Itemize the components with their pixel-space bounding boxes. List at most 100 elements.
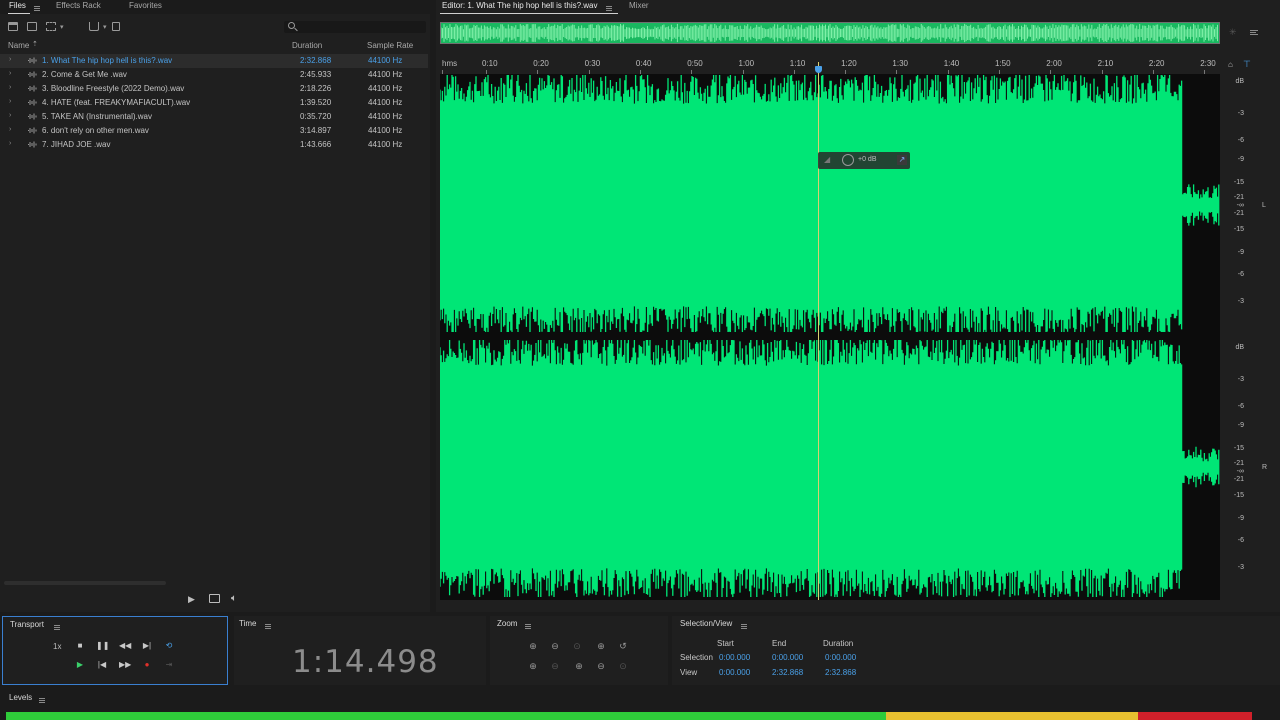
selection-view-menu-icon[interactable] — [741, 622, 747, 631]
zoom-in-amplitude-icon[interactable]: ⊕ — [526, 640, 540, 652]
record-icon[interactable]: ● — [141, 659, 153, 671]
zoom-out-time-icon[interactable]: ⊖ — [594, 660, 608, 672]
rewind-icon[interactable]: ◀◀ — [119, 640, 131, 652]
db-label-top: dB — [1235, 78, 1244, 85]
file-name: 3. Bloodline Freestyle (2022 Demo).wav — [42, 84, 185, 93]
db-label-bottom: -6 — [1237, 403, 1244, 410]
transport-panel: Transport 1x ■ ❚❚ ◀◀ ▶| ⟲ ▶ |◀ ▶▶ ● ⇥ — [2, 616, 228, 685]
pause-icon[interactable]: ❚❚ — [96, 640, 109, 652]
loop-icon[interactable]: ⟲ — [163, 640, 175, 652]
overview-waveform-path — [440, 23, 1219, 43]
hud-gain-value[interactable]: +0 dB — [858, 156, 877, 163]
time-display[interactable]: 1:14.498 — [292, 644, 439, 680]
channel-left-label[interactable]: L — [1262, 202, 1266, 209]
preview-loop-icon[interactable] — [209, 594, 220, 603]
db-label-bottom: -∞ — [1236, 468, 1244, 475]
ruler-label: 2:10 — [1097, 59, 1114, 68]
new-file-icon[interactable] — [46, 22, 56, 31]
import-icon[interactable] — [27, 22, 37, 31]
zoom-to-selection-icon[interactable]: ⊙ — [570, 640, 584, 652]
view-end[interactable]: 2:32.868 — [772, 668, 803, 677]
skip-to-start-icon[interactable]: |◀ — [96, 659, 108, 671]
gain-hud[interactable]: ◢ +0 dB ↗ — [818, 152, 910, 169]
file-row[interactable]: › 3. Bloodline Freestyle (2022 Demo).wav 2… — [0, 82, 428, 96]
transport-menu-icon[interactable] — [54, 623, 60, 632]
preview-volume-icon[interactable]: 🔈︎ — [231, 593, 237, 604]
pin-icon[interactable]: ⊤ — [1243, 59, 1251, 70]
stop-icon[interactable]: ■ — [74, 640, 86, 652]
file-row[interactable]: › 1. What The hip hop hell is this?.wav 2:… — [0, 54, 428, 68]
playhead[interactable] — [818, 62, 819, 600]
tab-editor[interactable]: Editor: 1. What The hip hop hell is this… — [442, 1, 598, 10]
tab-files[interactable]: Files — [9, 1, 26, 10]
file-row[interactable]: › 5. TAKE AN (Instrumental).wav 0:35.720 44… — [0, 110, 428, 124]
column-sample-rate[interactable]: Sample Rate — [367, 41, 413, 50]
fast-forward-icon[interactable]: ▶▶ — [119, 659, 131, 671]
time-ruler[interactable]: hms 0:10 0:20 0:30 0:40 0:50 1:00 1:10 1:20 1:30 1… — [440, 58, 1220, 74]
column-duration[interactable]: Duration — [292, 41, 322, 50]
zoom-in-time-icon[interactable]: ⊕ — [594, 640, 608, 652]
tab-favorites[interactable]: Favorites — [129, 1, 162, 10]
expand-caret-icon[interactable]: › — [9, 56, 11, 63]
audio-file-icon — [28, 141, 37, 148]
view-start[interactable]: 0:00.000 — [719, 668, 750, 677]
expand-caret-icon[interactable]: › — [9, 70, 11, 77]
zoom-to-full-icon[interactable]: ⊙ — [616, 660, 630, 672]
selection-end[interactable]: 0:00.000 — [772, 653, 803, 662]
db-label-top: -3 — [1237, 298, 1244, 305]
selection-view-title: Selection/View — [680, 619, 733, 628]
insert-dropdown-icon[interactable]: ▾ — [103, 23, 107, 31]
editor-panel-menu-icon[interactable] — [1250, 28, 1258, 37]
channel-right-label[interactable]: R — [1262, 464, 1267, 471]
audio-file-icon — [28, 113, 37, 120]
expand-caret-icon[interactable]: › — [9, 126, 11, 133]
playhead-handle[interactable] — [815, 66, 822, 73]
editor-menu-icon[interactable] — [606, 4, 612, 13]
zoom-menu-icon[interactable] — [525, 622, 531, 631]
preview-play-icon[interactable]: ▶ — [188, 594, 195, 605]
files-column-header: Name ⇡ Duration Sample Rate — [0, 40, 430, 52]
selection-duration[interactable]: 0:00.000 — [825, 653, 856, 662]
zoom-out-full-icon[interactable]: ✳ — [1229, 27, 1237, 38]
levels-menu-icon[interactable] — [39, 696, 45, 705]
play-icon[interactable]: ▶ — [74, 659, 86, 671]
file-row[interactable]: › 2. Come & Get Me .wav 2:45.933 44100 Hz — [0, 68, 428, 82]
zoom-reset-icon[interactable]: ↺ — [616, 640, 630, 652]
file-row[interactable]: › 7. JIHAD JOE .wav 1:43.666 44100 Hz — [0, 138, 428, 152]
file-row[interactable]: › 4. HATE (feat. FREAKYMAFIACULT).wav 1:39… — [0, 96, 428, 110]
new-dropdown-icon[interactable]: ▾ — [60, 23, 64, 31]
expand-caret-icon[interactable]: › — [9, 140, 11, 147]
skip-selection-icon[interactable]: ⇥ — [163, 659, 175, 671]
zoom-out-amplitude-icon[interactable]: ⊖ — [548, 640, 562, 652]
expand-caret-icon[interactable]: › — [9, 98, 11, 105]
expand-caret-icon[interactable]: › — [9, 84, 11, 91]
waveform-overview[interactable] — [440, 22, 1220, 44]
time-menu-icon[interactable] — [265, 622, 271, 631]
zoom-out-full-amplitude-icon[interactable]: ⊖ — [548, 660, 562, 672]
trash-icon[interactable] — [112, 22, 120, 31]
hud-pin-icon[interactable]: ↗ — [897, 155, 907, 165]
view-duration[interactable]: 2:32.868 — [825, 668, 856, 677]
hud-gain-knob-icon[interactable] — [842, 154, 854, 166]
file-sample-rate: 44100 Hz — [368, 56, 403, 65]
snap-icon[interactable]: ⌂ — [1228, 60, 1233, 69]
zoom-in-left-icon[interactable]: ⊕ — [572, 660, 586, 672]
expand-caret-icon[interactable]: › — [9, 112, 11, 119]
files-search-input[interactable] — [284, 21, 426, 33]
tab-mixer[interactable]: Mixer — [629, 1, 649, 10]
skip-to-end-icon[interactable]: ▶| — [141, 640, 153, 652]
files-horizontal-scrollbar[interactable] — [4, 581, 166, 585]
files-panel-menu-icon[interactable] — [34, 4, 40, 13]
selection-start[interactable]: 0:00.000 — [719, 653, 750, 662]
tab-effects-rack[interactable]: Effects Rack — [56, 1, 101, 10]
insert-into-multitrack-icon[interactable] — [89, 22, 99, 31]
time-panel: Time 1:14.498 — [234, 616, 486, 685]
zoom-in-icon[interactable]: ⊕ — [526, 660, 540, 672]
playback-speed[interactable]: 1x — [53, 642, 61, 651]
db-label-bottom: dB — [1235, 344, 1244, 351]
column-name[interactable]: Name — [8, 41, 29, 50]
file-row[interactable]: › 6. don't rely on other men.wav 3:14.897 4… — [0, 124, 428, 138]
selection-label: Selection — [680, 653, 713, 662]
file-name: 7. JIHAD JOE .wav — [42, 140, 111, 149]
open-folder-icon[interactable] — [8, 22, 18, 31]
